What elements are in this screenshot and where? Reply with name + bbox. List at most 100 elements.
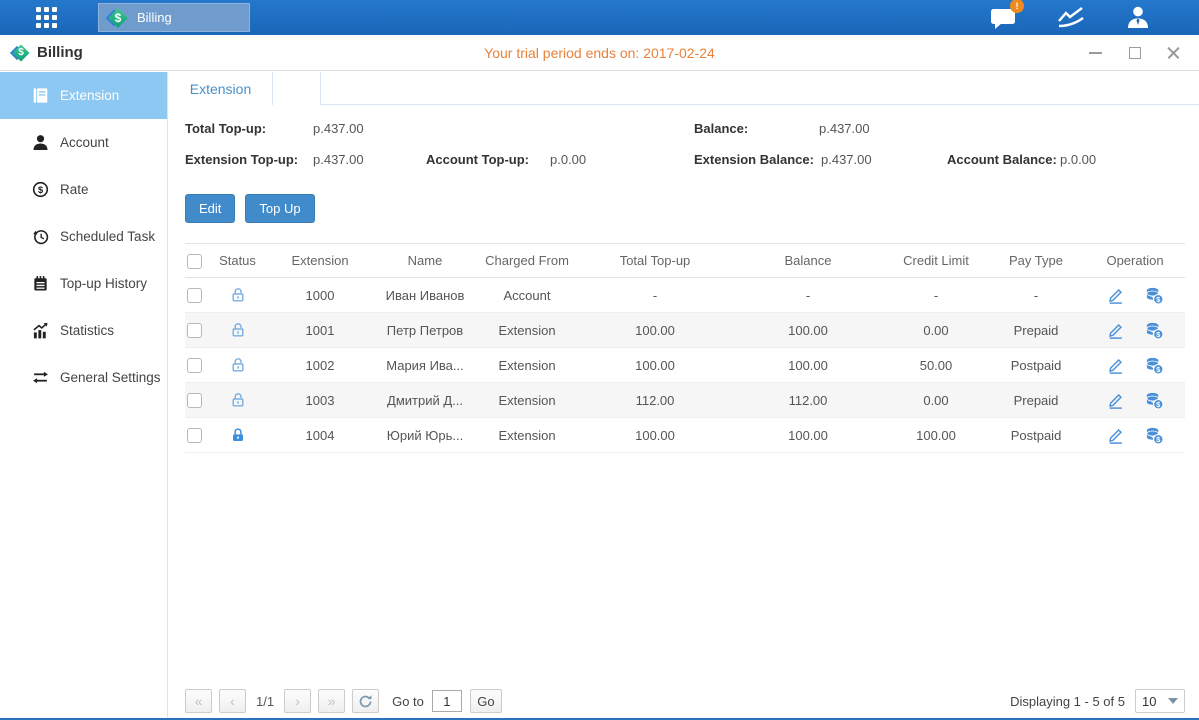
ledger-icon — [32, 87, 49, 104]
page-size-select[interactable]: 10 — [1135, 689, 1185, 713]
extension-topup-value: p.437.00 — [313, 152, 364, 167]
tab-extension-label: Extension — [190, 81, 251, 97]
tab-bar: Extension — [169, 72, 1199, 105]
col-header-balance: Balance — [731, 244, 885, 278]
account-topup-value: p.0.00 — [550, 152, 586, 167]
goto-page-input[interactable] — [432, 690, 462, 712]
row-checkbox[interactable] — [187, 288, 202, 303]
refresh-button[interactable] — [352, 689, 379, 713]
edit-icon[interactable] — [1107, 426, 1125, 444]
cell-extension: 1002 — [265, 348, 375, 383]
cell-balance: 100.00 — [731, 418, 885, 453]
dollar-circle-icon: $ — [32, 181, 49, 198]
cell-charged-from: Extension — [475, 348, 579, 383]
edit-icon[interactable] — [1107, 356, 1125, 374]
statistics-chart-icon[interactable] — [1057, 6, 1085, 30]
chevron-down-icon — [1168, 698, 1178, 704]
unlocked-icon — [230, 287, 246, 303]
unlocked-icon — [230, 322, 246, 338]
messages-icon[interactable]: ! — [990, 6, 1017, 30]
last-page-button[interactable]: » — [318, 689, 345, 713]
table-row: 1000 Иван Иванов Account - - - - — [185, 278, 1185, 313]
tab-extension[interactable]: Extension — [169, 72, 273, 105]
row-checkbox[interactable] — [187, 323, 202, 338]
col-header-charged-from: Charged From — [475, 244, 579, 278]
sidebar-item-extension[interactable]: Extension — [0, 72, 167, 119]
cell-extension: 1004 — [265, 418, 375, 453]
topup-icon[interactable] — [1145, 321, 1164, 340]
col-header-extension: Extension — [265, 244, 375, 278]
window-title-text: Billing — [37, 44, 83, 61]
user-account-icon[interactable] — [1125, 5, 1151, 31]
edit-button[interactable]: Edit — [185, 194, 235, 223]
row-checkbox[interactable] — [187, 358, 202, 373]
window-title-bar: $ Billing Your trial period ends on: 201… — [0, 35, 1199, 71]
extension-balance-value: p.437.00 — [821, 152, 872, 167]
bar-chart-icon — [32, 322, 49, 339]
window-controls — [1088, 45, 1181, 60]
locked-icon — [230, 427, 246, 443]
cell-credit-limit: 0.00 — [885, 383, 987, 418]
cell-name: Иван Иванов — [375, 278, 475, 313]
cell-extension: 1001 — [265, 313, 375, 348]
cell-name: Дмитрий Д... — [375, 383, 475, 418]
sidebar-item-topup-history[interactable]: Top-up History — [0, 260, 167, 307]
account-balance-value: p.0.00 — [1060, 152, 1096, 167]
total-topup-value: p.437.00 — [313, 121, 364, 136]
edit-icon[interactable] — [1107, 391, 1125, 409]
sidebar-item-account[interactable]: Account — [0, 119, 167, 166]
edit-icon[interactable] — [1107, 321, 1125, 339]
summary-panel: Total Top-up: p.437.00 Balance: p.437.00… — [169, 105, 1199, 225]
unlocked-icon — [230, 357, 246, 373]
billing-app-icon: $ — [107, 7, 129, 29]
cell-balance: 100.00 — [731, 313, 885, 348]
row-checkbox[interactable] — [187, 428, 202, 443]
cell-total-topup: 112.00 — [579, 383, 731, 418]
table-row: 1003 Дмитрий Д... Extension 112.00 112.0… — [185, 383, 1185, 418]
next-page-button[interactable]: › — [284, 689, 311, 713]
table-header-row: Status Extension Name Charged From Total… — [185, 244, 1185, 278]
sidebar-label: Account — [60, 135, 109, 150]
col-header-total-topup: Total Top-up — [579, 244, 731, 278]
sidebar-label: General Settings — [60, 370, 161, 385]
table-row: 1004 Юрий Юрь... Extension 100.00 100.00… — [185, 418, 1185, 453]
select-all-checkbox[interactable] — [187, 254, 202, 269]
topup-icon[interactable] — [1145, 391, 1164, 410]
pagination-right: Displaying 1 - 5 of 5 10 — [1010, 689, 1185, 713]
total-topup-label: Total Top-up: — [185, 121, 266, 136]
sidebar-item-statistics[interactable]: Statistics — [0, 307, 167, 354]
sidebar-label: Rate — [60, 182, 89, 197]
close-button[interactable] — [1166, 45, 1181, 60]
topup-icon[interactable] — [1145, 426, 1164, 445]
history-clock-icon — [32, 228, 49, 245]
col-header-pay-type: Pay Type — [987, 244, 1085, 278]
cell-name: Юрий Юрь... — [375, 418, 475, 453]
cell-name: Петр Петров — [375, 313, 475, 348]
app-grid-icon[interactable] — [36, 7, 57, 28]
extension-table-wrap: Status Extension Name Charged From Total… — [185, 243, 1185, 453]
cell-pay-type: Prepaid — [987, 313, 1085, 348]
go-button[interactable]: Go — [470, 689, 502, 713]
cell-charged-from: Extension — [475, 383, 579, 418]
topup-button[interactable]: Top Up — [245, 194, 314, 223]
first-page-button[interactable]: « — [185, 689, 212, 713]
unlocked-icon — [230, 392, 246, 408]
cell-balance: 112.00 — [731, 383, 885, 418]
topup-icon[interactable] — [1145, 356, 1164, 375]
minimize-button[interactable] — [1088, 45, 1103, 60]
billing-app-tab[interactable]: $ Billing — [98, 3, 250, 32]
edit-icon[interactable] — [1107, 286, 1125, 304]
maximize-button[interactable] — [1127, 45, 1142, 60]
row-checkbox[interactable] — [187, 393, 202, 408]
notepad-icon — [32, 275, 49, 292]
cell-total-topup: 100.00 — [579, 348, 731, 383]
cell-extension: 1003 — [265, 383, 375, 418]
topup-icon[interactable] — [1145, 286, 1164, 305]
pagination-bar: « ‹ 1/1 › » Go to Go Displaying 1 - 5 of… — [185, 686, 1185, 716]
sidebar-item-rate[interactable]: $ Rate — [0, 166, 167, 213]
col-header-credit-limit: Credit Limit — [885, 244, 987, 278]
sidebar-item-general-settings[interactable]: General Settings — [0, 354, 167, 401]
sidebar-item-scheduled-task[interactable]: Scheduled Task — [0, 213, 167, 260]
prev-page-button[interactable]: ‹ — [219, 689, 246, 713]
cell-credit-limit: - — [885, 278, 987, 313]
